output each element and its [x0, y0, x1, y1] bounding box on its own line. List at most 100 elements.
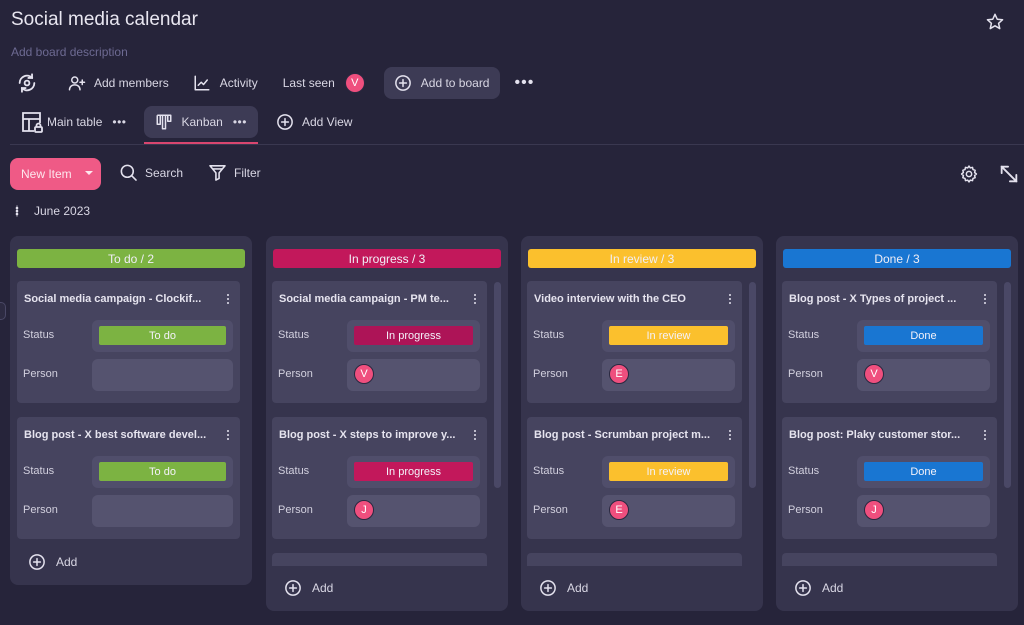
kanban-card-partial[interactable] [782, 553, 997, 566]
status-label: Status [278, 465, 310, 477]
add-item-button[interactable]: Add [539, 579, 588, 597]
add-members-button[interactable]: Add members [68, 67, 169, 99]
kanban-card[interactable]: Video interview with the CEO Status In r… [527, 281, 742, 403]
column-header[interactable]: To do / 2 [17, 249, 245, 268]
filter-label: Filter [234, 165, 261, 180]
add-item-button[interactable]: Add [28, 553, 77, 571]
chevron-down-icon[interactable] [85, 171, 93, 175]
avatar[interactable]: J [354, 500, 374, 520]
tab-main-table-more-button[interactable]: ••• [112, 115, 126, 129]
sidebar-toggle-handle[interactable] [0, 302, 6, 320]
person-field[interactable] [92, 359, 233, 391]
gear-icon[interactable] [959, 164, 979, 184]
status-badge[interactable]: To do [99, 326, 226, 345]
card-menu-icon[interactable] [227, 294, 230, 306]
group-label: June 2023 [34, 204, 91, 218]
add-label: Add [56, 555, 78, 569]
status-field[interactable]: In progress [347, 456, 480, 488]
activity-button[interactable]: Activity [193, 67, 258, 99]
avatar[interactable]: V [354, 364, 374, 384]
status-badge[interactable]: In review [609, 326, 728, 345]
column-header[interactable]: In progress / 3 [273, 249, 501, 268]
column-header[interactable]: In review / 3 [528, 249, 756, 268]
column-scrollbar[interactable] [1004, 282, 1011, 488]
last-seen-button[interactable]: Last seen V [283, 67, 365, 99]
avatar[interactable]: E [609, 500, 629, 520]
plus-circle-icon [285, 580, 301, 596]
expand-icon[interactable] [998, 163, 1020, 185]
status-field[interactable]: Done [857, 320, 990, 352]
status-badge[interactable]: In progress [354, 326, 473, 345]
avatar[interactable]: J [864, 500, 884, 520]
add-to-board-button[interactable]: Add to board [383, 67, 501, 99]
card-menu-icon[interactable] [729, 294, 732, 306]
person-field[interactable]: V [347, 359, 480, 391]
status-field[interactable]: Done [857, 456, 990, 488]
card-menu-icon[interactable] [984, 294, 987, 306]
card-menu-icon[interactable] [729, 430, 732, 442]
page-title[interactable]: Social media calendar [11, 9, 198, 31]
tab-kanban-more-button[interactable]: ••• [233, 115, 247, 129]
tab-main-table[interactable]: Main table ••• [10, 106, 126, 138]
tab-main-table-label: Main table [47, 115, 103, 129]
person-field[interactable]: V [857, 359, 990, 391]
column-scrollbar[interactable] [494, 282, 501, 488]
status-badge[interactable]: To do [99, 462, 226, 481]
tab-kanban[interactable]: Kanban ••• [144, 106, 259, 144]
person-field[interactable] [92, 495, 233, 527]
filter-button[interactable]: Filter [208, 163, 261, 182]
card-menu-icon[interactable] [474, 294, 477, 306]
person-label: Person [533, 368, 568, 380]
plus-circle-icon [795, 580, 811, 596]
person-field[interactable]: J [347, 495, 480, 527]
status-badge[interactable]: In review [609, 462, 728, 481]
avatar[interactable]: V [864, 364, 884, 384]
card-menu-icon[interactable] [227, 430, 230, 442]
group-selector[interactable]: June 2023 [14, 204, 90, 218]
kanban-card[interactable]: Social media campaign - PM te... Status … [272, 281, 487, 403]
status-field[interactable]: In review [602, 320, 735, 352]
divider [10, 144, 1024, 145]
kanban-column-in-review: In review / 3 Video interview with the C… [521, 236, 763, 611]
kanban-card[interactable]: Blog post - X best software devel... Sta… [17, 417, 240, 539]
column-scrollbar[interactable] [749, 282, 756, 488]
new-item-label: New Item [21, 167, 72, 181]
sync-button[interactable] [16, 72, 38, 94]
person-field[interactable]: J [857, 495, 990, 527]
add-item-button[interactable]: Add [284, 579, 333, 597]
kanban-card-partial[interactable] [527, 553, 742, 566]
more-options-button[interactable]: ••• [514, 67, 534, 99]
status-label: Status [23, 329, 55, 341]
star-icon[interactable] [985, 12, 1005, 32]
status-badge[interactable]: In progress [354, 462, 473, 481]
person-label: Person [788, 368, 823, 380]
board-description-input[interactable]: Add board description [11, 45, 128, 59]
add-view-button[interactable]: Add View [276, 106, 352, 138]
person-field[interactable]: E [602, 495, 735, 527]
status-badge[interactable]: Done [864, 462, 983, 481]
plus-circle-icon [540, 580, 556, 596]
avatar[interactable]: V [344, 73, 365, 93]
new-item-button[interactable]: New Item [10, 158, 101, 190]
status-field[interactable]: In progress [347, 320, 480, 352]
kanban-card[interactable]: Blog post - X Types of project ... Statu… [782, 281, 997, 403]
kanban-card[interactable]: Social media campaign - Clockif... Statu… [17, 281, 240, 403]
kanban-card-partial[interactable] [272, 553, 487, 566]
status-field[interactable]: In review [602, 456, 735, 488]
kanban-card[interactable]: Blog post: Plaky customer stor... Status… [782, 417, 997, 539]
person-field[interactable]: E [602, 359, 735, 391]
avatar[interactable]: E [609, 364, 629, 384]
search-button[interactable]: Search [119, 163, 183, 182]
add-item-button[interactable]: Add [794, 579, 843, 597]
kanban-card[interactable]: Blog post - X steps to improve y... Stat… [272, 417, 487, 539]
card-menu-icon[interactable] [474, 430, 477, 442]
add-to-board-label: Add to board [420, 76, 490, 90]
kanban-card[interactable]: Blog post - Scrumban project m... Status… [527, 417, 742, 539]
status-badge[interactable]: Done [864, 326, 983, 345]
status-field[interactable]: To do [92, 320, 233, 352]
column-header[interactable]: Done / 3 [783, 249, 1011, 268]
board-toolbar: Add members Activity Last seen V Add to … [10, 66, 534, 100]
view-tabs: Main table ••• Kanban ••• Add View [10, 105, 352, 144]
card-menu-icon[interactable] [984, 430, 987, 442]
status-field[interactable]: To do [92, 456, 233, 488]
